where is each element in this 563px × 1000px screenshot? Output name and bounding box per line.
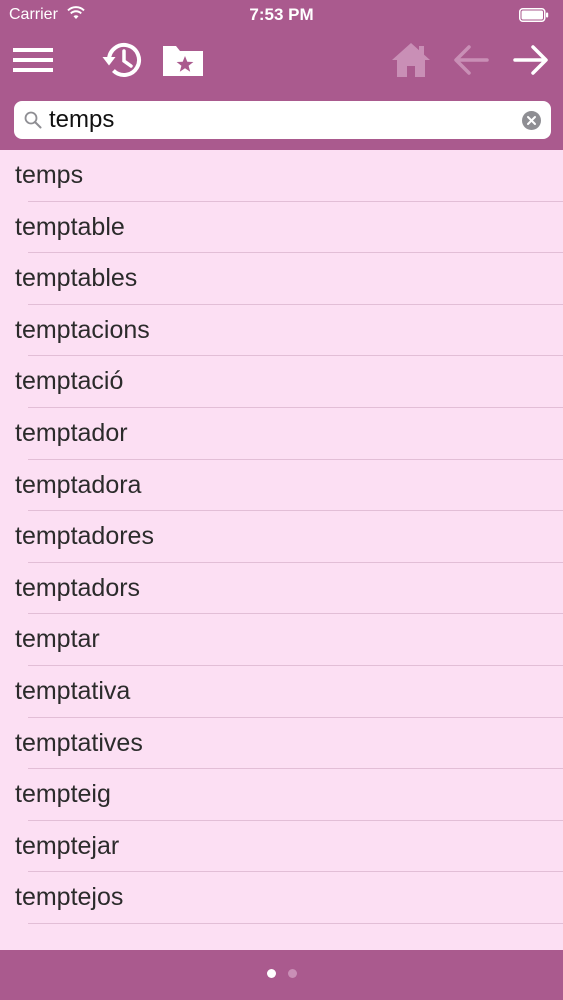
word-list-item[interactable]: temptatives	[0, 718, 563, 770]
top-header: Carrier 7:53 PM	[0, 0, 563, 150]
battery-icon	[519, 8, 549, 22]
home-button[interactable]	[386, 38, 436, 82]
arrow-left-icon	[454, 45, 489, 75]
word-list-item[interactable]: temptable	[0, 202, 563, 254]
word-list-item[interactable]: temptació	[0, 356, 563, 408]
word-list-item[interactable]: temptativa	[0, 666, 563, 718]
forward-button[interactable]	[506, 38, 556, 82]
clock: 7:53 PM	[249, 5, 314, 24]
app-screen: Carrier 7:53 PM temps temps temptable te…	[0, 0, 563, 1000]
search-icon	[24, 111, 42, 129]
hamburger-menu-icon	[13, 48, 53, 72]
word-list-item[interactable]: temptejos	[0, 872, 563, 924]
word-list: temps temptable temptables temptacions tempt…	[0, 150, 563, 950]
word-list-item[interactable]: temptacions	[0, 305, 563, 357]
word-list-item[interactable]: temptadora	[0, 460, 563, 512]
menu-button[interactable]	[8, 38, 58, 82]
word-list-item[interactable]: temptadores	[0, 511, 563, 563]
word-list-item[interactable]: tempteig	[0, 769, 563, 821]
word-list-item[interactable]: temptadors	[0, 563, 563, 615]
history-clock-icon	[102, 43, 141, 77]
search-input[interactable]	[49, 101, 509, 139]
folder-star-icon	[163, 46, 203, 76]
home-icon	[392, 43, 430, 77]
page-dot[interactable]	[287, 969, 297, 978]
history-button[interactable]	[98, 38, 148, 82]
page-dot[interactable]	[266, 969, 276, 978]
bottom-bar	[0, 950, 563, 1000]
back-button[interactable]	[446, 38, 496, 82]
word-list-item[interactable]: temptar	[0, 614, 563, 666]
favorites-button[interactable]	[158, 38, 208, 82]
clear-search-icon[interactable]	[522, 111, 541, 130]
search-bar[interactable]	[14, 101, 551, 139]
page-indicator[interactable]	[0, 969, 563, 978]
word-list-item[interactable]: temptables	[0, 253, 563, 305]
word-list-item[interactable]: temptador	[0, 408, 563, 460]
word-list-item[interactable]: temptejar	[0, 821, 563, 873]
status-bar: Carrier 7:53 PM	[0, 0, 563, 30]
word-list-item[interactable]: temps	[0, 150, 563, 202]
arrow-right-icon	[513, 45, 548, 75]
